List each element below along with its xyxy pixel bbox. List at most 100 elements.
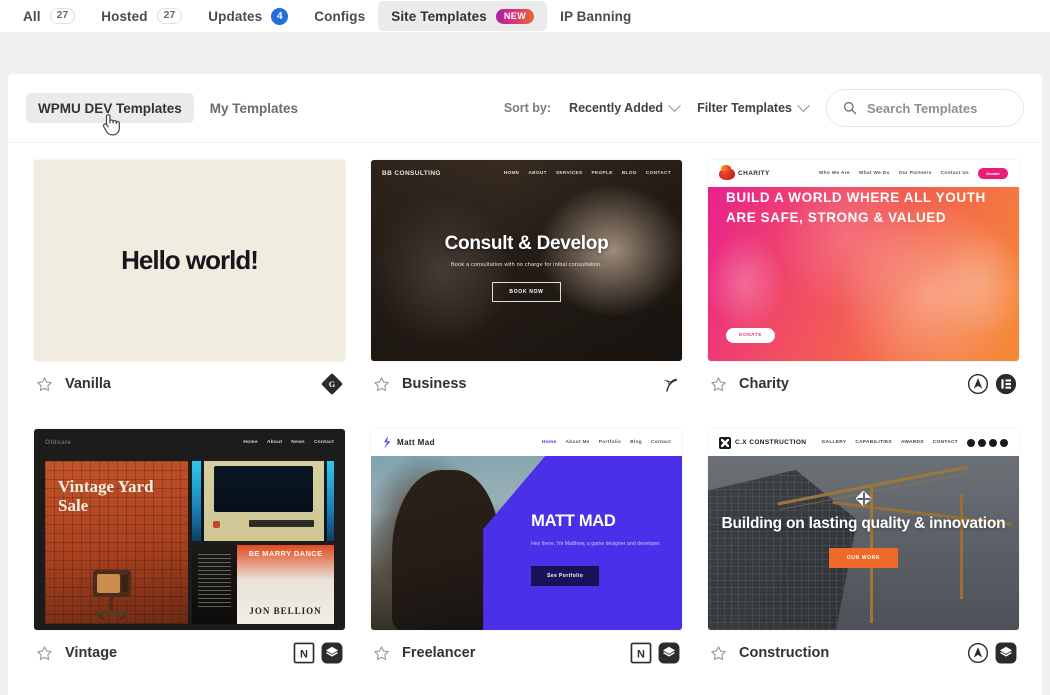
template-preview-thumbnail[interactable]: Hello world!: [34, 160, 345, 361]
template-name: Charity: [739, 376, 789, 392]
template-name: Business: [402, 376, 467, 392]
tab-hosted[interactable]: Hosted 27: [88, 1, 195, 31]
retro-computer-illustration: [203, 461, 324, 541]
preview-tile-computer: [191, 461, 334, 541]
template-card: BB CONSULTING HOME ABOUT SERVICES PEOPLE…: [371, 160, 682, 407]
template-card-footer: Freelancer N: [371, 630, 682, 676]
template-name: Vanilla: [65, 376, 111, 392]
template-card: Oldsale Home About News Contact Vintage …: [34, 429, 345, 676]
favorite-star-icon[interactable]: [36, 376, 53, 393]
preview-poster-name: JON BELLION: [249, 606, 322, 616]
tab-all[interactable]: All 27: [10, 1, 88, 31]
filter-templates-dropdown[interactable]: Filter Templates: [697, 98, 810, 115]
tab-hosted-label: Hosted: [101, 8, 148, 24]
template-badges: G: [321, 373, 343, 395]
template-badges: [658, 373, 680, 395]
preview-hero: Consult & Develop Book a consultation wi…: [371, 160, 682, 361]
tab-all-label: All: [23, 8, 41, 24]
new-badge: NEW: [495, 8, 535, 24]
preview-logo: Matt Mad: [397, 438, 435, 447]
template-preview-thumbnail[interactable]: Matt Mad Home About Me Portfolio Blog Co…: [371, 429, 682, 630]
beaver-builder-badge-icon: [663, 378, 677, 392]
favorite-star-icon[interactable]: [710, 645, 727, 662]
template-name: Construction: [739, 645, 830, 661]
preview-nav: Oldsale Home About News Contact: [34, 429, 345, 456]
preview-hero: Vintage Yard Sale BE MARRY DANCE JON BEL…: [45, 461, 334, 624]
preview-headline: Vintage Yard Sale: [58, 477, 154, 516]
preview-nav-links: Home About News Contact: [243, 440, 334, 445]
favorite-star-icon[interactable]: [710, 376, 727, 393]
template-preview-thumbnail[interactable]: CHARITY Who We Are What We Do Our Partne…: [708, 160, 1019, 361]
layers-badge-icon: [321, 642, 343, 664]
template-card: Hello world! Vanilla G: [34, 160, 345, 407]
tab-site-templates[interactable]: Site Templates NEW: [378, 1, 548, 31]
preview-nav-links: Who We Are What We Do Our Partners Conta…: [819, 171, 969, 176]
tab-hosted-count: 27: [156, 7, 183, 25]
template-card: CHARITY Who We Are What We Do Our Partne…: [708, 160, 1019, 407]
preview-nav-link: What We Do: [858, 171, 890, 176]
tab-wpmu-dev-templates[interactable]: WPMU DEV Templates: [26, 93, 194, 123]
layers-badge-icon: [995, 642, 1017, 664]
preview-nav-link: Portfolio: [598, 440, 622, 445]
charity-logo-icon: [719, 164, 735, 180]
preview-nav-button-label: Donate: [986, 171, 1000, 176]
template-card-footer: Charity: [708, 361, 1019, 407]
tab-configs-label: Configs: [314, 8, 366, 24]
search-templates-input[interactable]: Search Templates: [826, 89, 1024, 127]
preview-cta-button: BOOK NOW: [492, 282, 561, 302]
preview-nav-link: Contact Us: [940, 171, 969, 176]
template-card-footer: Vintage N: [34, 630, 345, 676]
sort-dropdown[interactable]: Recently Added: [569, 98, 681, 115]
preview-nav: CHARITY Who We Are What We Do Our Partne…: [708, 160, 1019, 187]
freelancer-logo-icon: [383, 436, 391, 449]
templates-grid: Hello world! Vanilla G BB CONSULTING HOM…: [8, 143, 1042, 676]
preview-logo: Oldsale: [45, 439, 72, 446]
preview-subtext: Book a consultation with no charge for i…: [450, 262, 603, 268]
sort-dropdown-value: Recently Added: [569, 101, 664, 115]
template-card-footer: Business: [371, 361, 682, 407]
preview-nav-link: About Me: [565, 440, 590, 445]
preview-nav-link: Home: [541, 440, 557, 445]
tab-all-count: 27: [49, 7, 76, 25]
preview-nav-link: Home: [243, 440, 258, 445]
favorite-star-icon[interactable]: [373, 645, 390, 662]
template-preview-thumbnail[interactable]: Oldsale Home About News Contact Vintage …: [34, 429, 345, 630]
template-card-footer: Construction: [708, 630, 1019, 676]
preview-headline: Building on lasting quality & innovation: [721, 514, 1006, 532]
neve-badge-icon: N: [293, 642, 315, 664]
tab-site-templates-label: Site Templates: [391, 8, 487, 24]
template-badges: [967, 642, 1017, 664]
tab-ip-banning[interactable]: IP Banning: [547, 1, 644, 31]
preview-subtext: Hey there, I'm Matthew, a game designer …: [531, 541, 662, 547]
preview-hero-content: Building on lasting quality & innovation…: [708, 429, 1019, 630]
favorite-star-icon[interactable]: [36, 645, 53, 662]
tab-updates[interactable]: Updates 4: [195, 1, 301, 31]
preview-poster-title: BE MARRY DANCE: [248, 548, 323, 558]
site-templates-panel: WPMU DEV Templates My Templates Sort by:…: [8, 74, 1042, 695]
preview-nav-link: Contact: [651, 440, 671, 445]
favorite-star-icon[interactable]: [373, 376, 390, 393]
templates-toolbar: WPMU DEV Templates My Templates Sort by:…: [8, 74, 1042, 143]
preview-tile-poster: BE MARRY DANCE JON BELLION: [191, 544, 334, 624]
template-preview-thumbnail[interactable]: BB CONSULTING HOME ABOUT SERVICES PEOPLE…: [371, 160, 682, 361]
template-source-tabs: WPMU DEV Templates My Templates: [26, 93, 310, 123]
preview-headline: Build a world where all youth are safe, …: [726, 190, 986, 225]
preview-nav-links: Home About Me Portfolio Blog Contact: [542, 440, 671, 445]
template-card: Matt Mad Home About Me Portfolio Blog Co…: [371, 429, 682, 676]
svg-text:N: N: [637, 649, 645, 661]
template-name: Freelancer: [402, 645, 476, 661]
preview-nav-link: Contact: [314, 440, 334, 445]
template-badges: N: [630, 642, 680, 664]
template-name: Vintage: [65, 645, 118, 661]
retro-tv-illustration: [93, 570, 131, 620]
filter-templates-label: Filter Templates: [697, 101, 792, 115]
preview-hero-panel: MATT MAD Hey there, I'm Matthew, a game …: [531, 456, 682, 630]
template-preview-thumbnail[interactable]: C.X CONSTRUCTION GALLERY CAPABILITIES AW…: [708, 429, 1019, 630]
tab-my-templates[interactable]: My Templates: [198, 93, 310, 123]
preview-cta-button: See Portfolio: [531, 566, 600, 586]
preview-nav-link: Blog: [630, 440, 643, 445]
tab-configs[interactable]: Configs: [301, 1, 378, 31]
astra-badge-icon: [967, 642, 989, 664]
layers-badge-icon: [658, 642, 680, 664]
gutenberg-badge-icon: G: [321, 373, 343, 395]
